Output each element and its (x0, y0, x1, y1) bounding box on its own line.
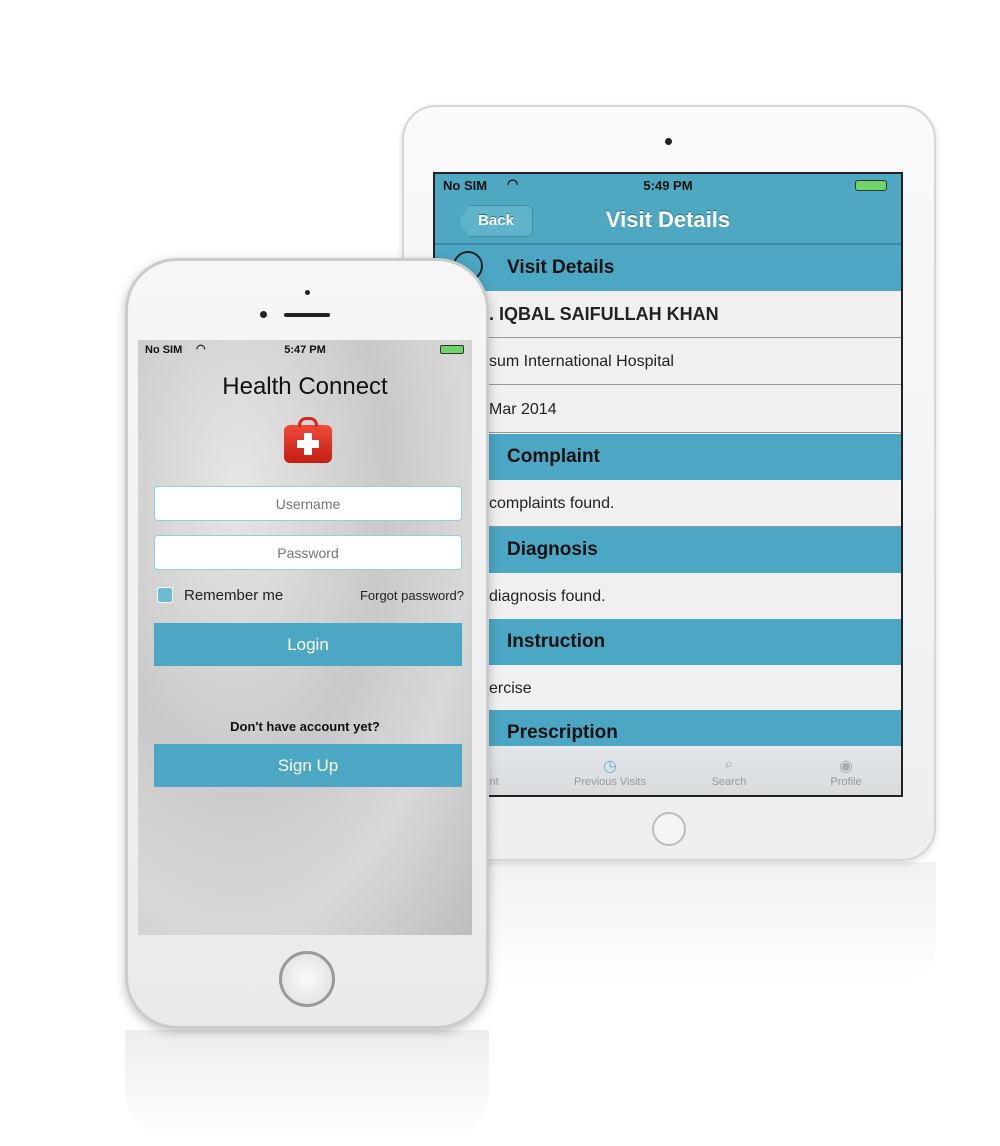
section-header-instruction: Instruction (435, 619, 901, 665)
phone-screen: No SIM ◠ 5:47 PM Health Connect Remember… (138, 340, 472, 935)
date-row: Mar 2014 (435, 386, 901, 433)
battery-icon (440, 345, 464, 354)
doctor-name-row: . IQBAL SAIFULLAH KHAN (435, 291, 901, 338)
profile-icon: ◉ (839, 758, 853, 775)
tab-label: Previous Visits (574, 776, 646, 788)
history-icon: ◷ (603, 758, 617, 775)
nav-title: Visit Details (605, 207, 731, 232)
phone-camera (260, 311, 267, 318)
complaint-row: complaints found. (435, 480, 901, 527)
tab-profile[interactable]: ◉ Profile (791, 746, 901, 795)
tablet-screen: No SIM ◠ 5:49 PM Back Visit Details Visi… (433, 172, 903, 797)
no-account-text: Don't have account yet? (230, 719, 380, 734)
tablet-home-button[interactable] (652, 812, 686, 846)
tab-previous-visits[interactable]: ◷ Previous Visits (555, 746, 665, 795)
medical-kit-logo (284, 417, 332, 463)
tablet-camera (665, 138, 672, 145)
tab-bar: ▦ntment ◷Previous Visits ⌕Search ◉Profil… (435, 746, 901, 795)
status-bar: No SIM ◠ 5:49 PM (435, 174, 901, 197)
status-time: 5:49 PM (643, 178, 693, 193)
section-header-diagnosis: Diagnosis (435, 527, 901, 573)
remember-me-label: Remember me (184, 587, 284, 604)
phone-top-dot (305, 290, 310, 295)
hospital-row: sum International Hospital (435, 338, 901, 385)
search-icon: ⌕ (724, 756, 734, 773)
battery-icon (855, 180, 887, 191)
status-time: 5:47 PM (284, 344, 326, 356)
tab-search[interactable]: ⌕ Search (674, 746, 784, 795)
diagnosis-row: diagnosis found. (435, 573, 901, 620)
section-header-complaint: Complaint (435, 434, 901, 480)
section-title: Visit Details (507, 257, 615, 278)
signup-button[interactable]: Sign Up (154, 744, 462, 787)
nav-bar: Back Visit Details (435, 197, 901, 245)
phone-home-button[interactable] (279, 951, 335, 1007)
username-input[interactable] (154, 486, 462, 521)
section-header-visit-details: Visit Details (435, 245, 901, 291)
remember-me-checkbox[interactable] (157, 587, 173, 603)
phone-reflection (125, 1030, 489, 1140)
forgot-password-link[interactable]: Forgot password? (360, 588, 464, 603)
instruction-row: ercise (435, 665, 901, 712)
password-input[interactable] (154, 535, 462, 570)
status-bar: No SIM ◠ 5:47 PM (138, 340, 472, 358)
phone-speaker (284, 313, 330, 317)
tab-label: Profile (830, 776, 862, 788)
login-button[interactable]: Login (154, 623, 462, 666)
app-title: Health Connect (222, 373, 388, 400)
tab-label: Search (711, 776, 747, 788)
